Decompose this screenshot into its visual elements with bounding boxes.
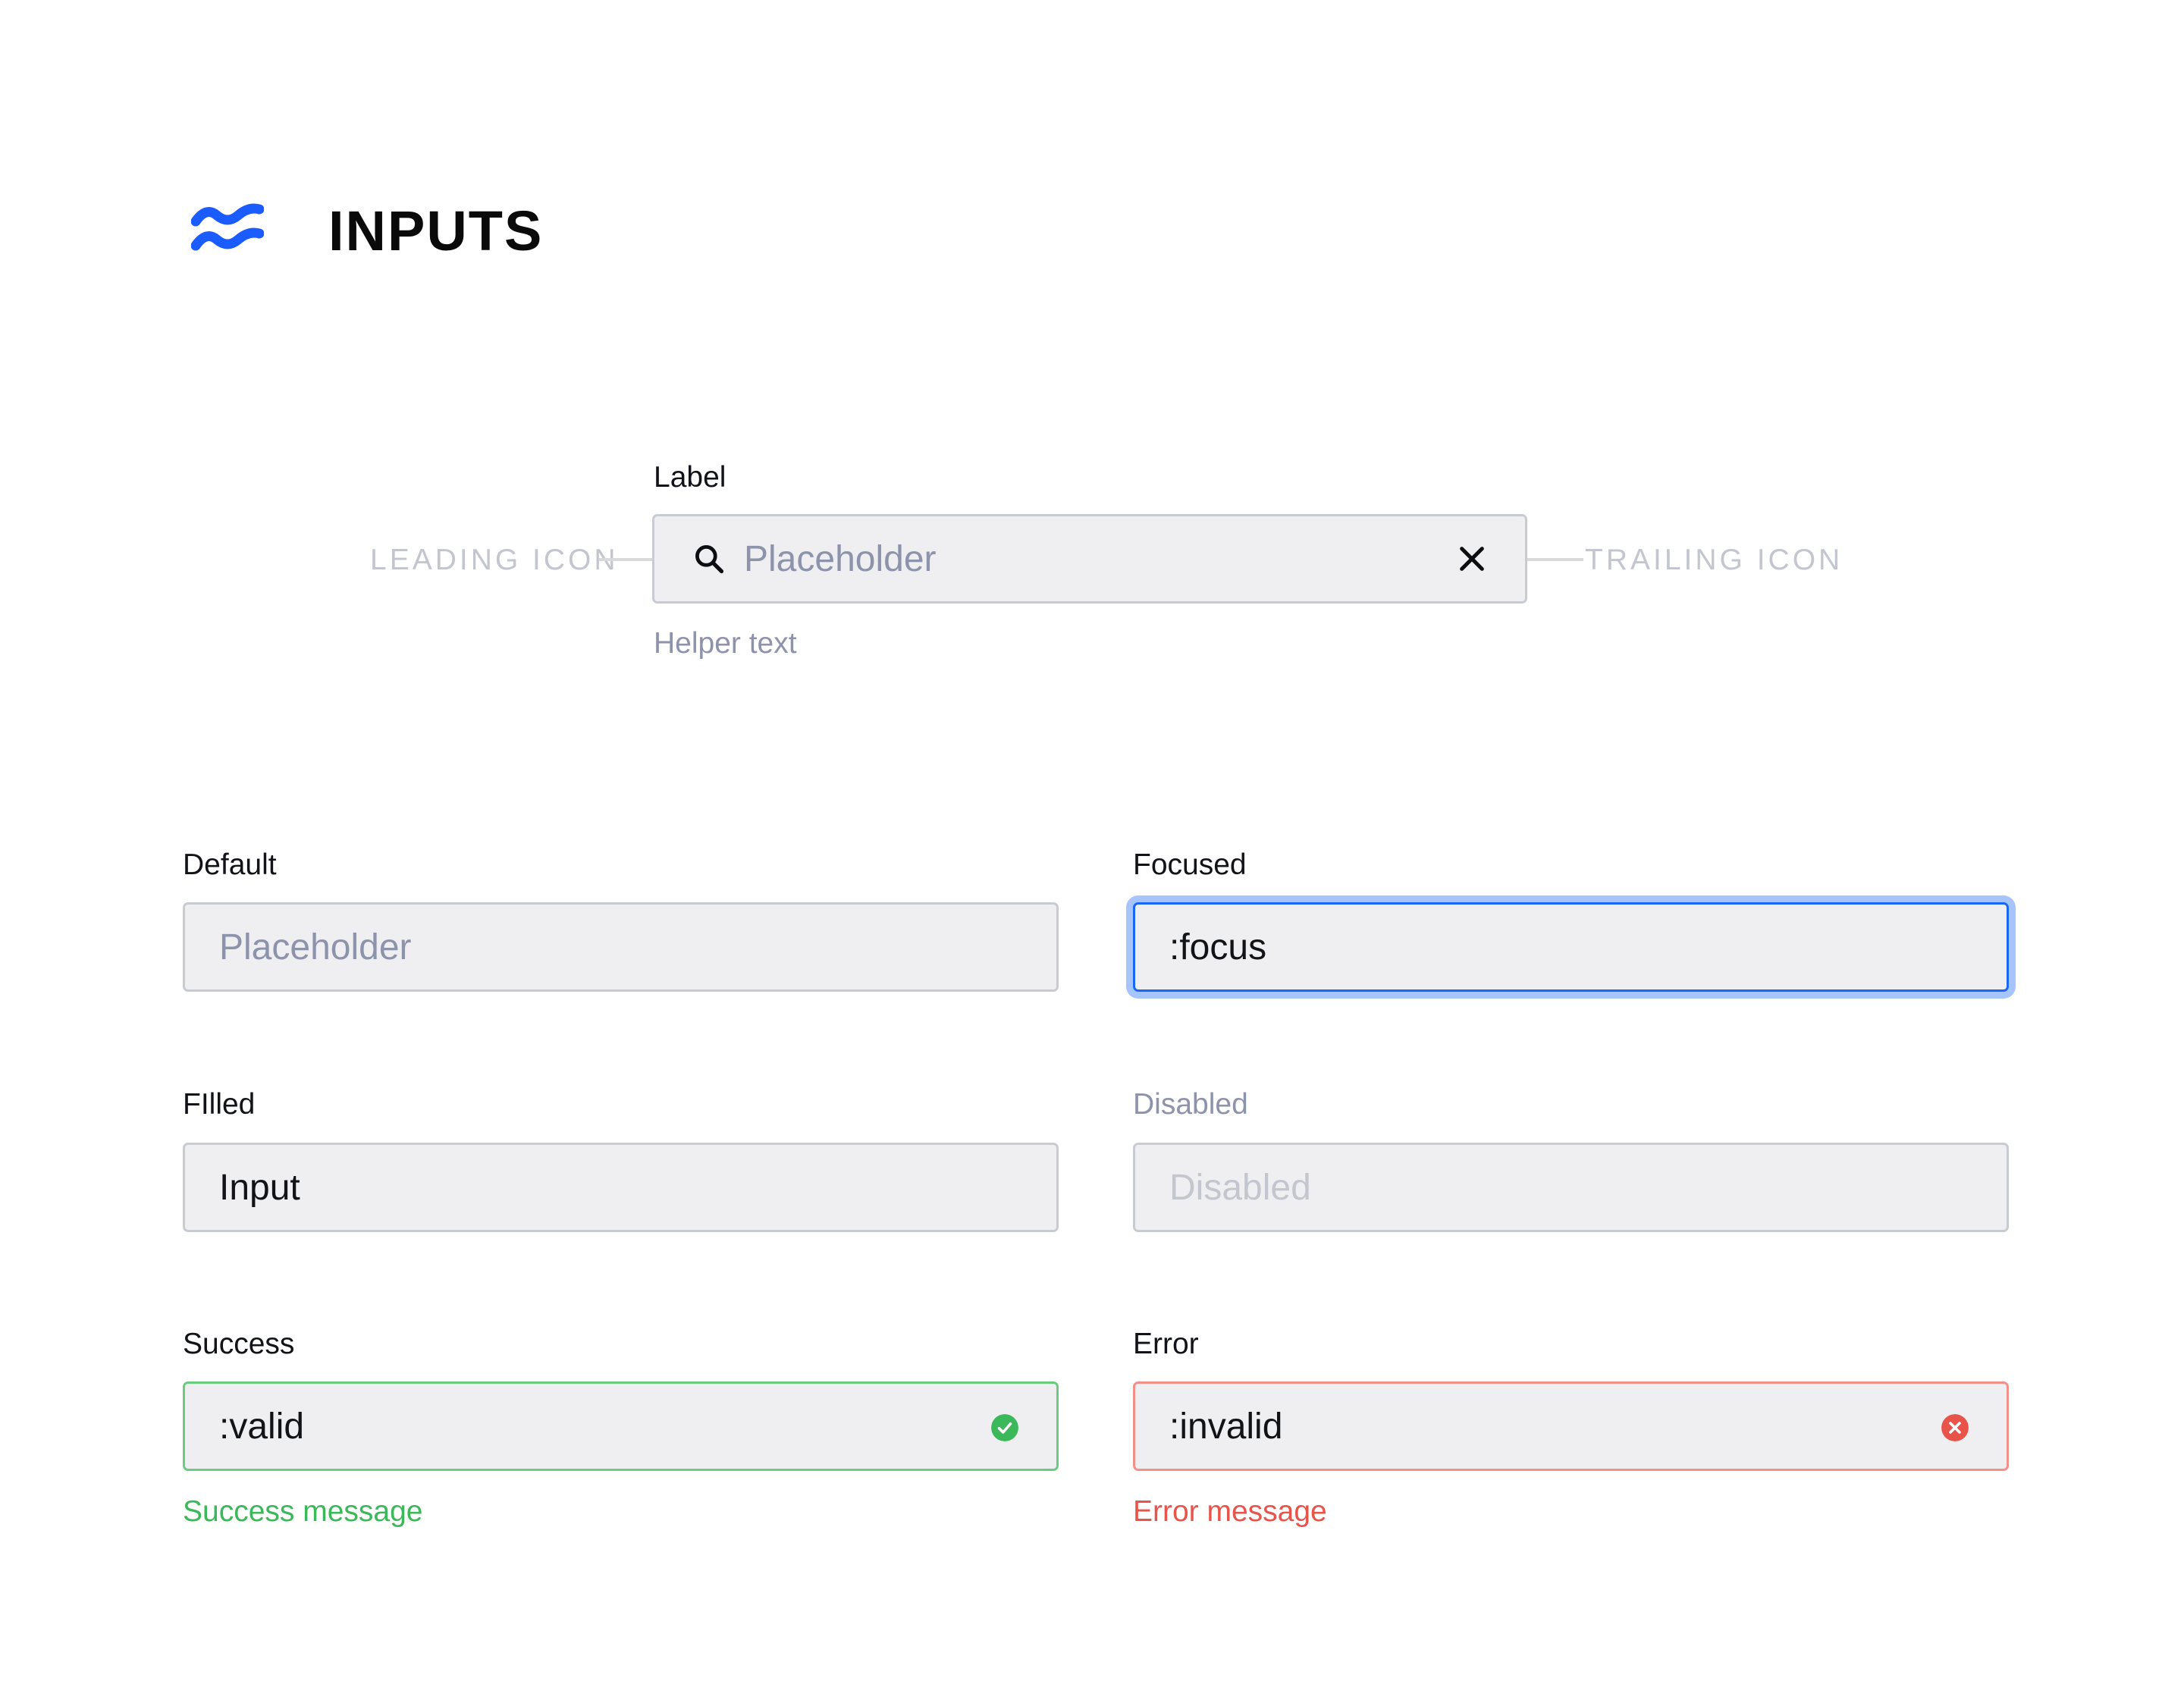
success-message: Success message	[183, 1495, 423, 1528]
success-input[interactable]: :valid	[183, 1381, 1059, 1471]
disabled-input: Disabled	[1133, 1143, 2009, 1232]
filled-input[interactable]: Input	[183, 1143, 1059, 1232]
anatomy-input[interactable]: Placeholder	[652, 514, 1527, 604]
disabled-label: Disabled	[1133, 1088, 1248, 1121]
focused-value: :focus	[1169, 927, 1267, 967]
focused-input[interactable]: :focus	[1133, 902, 2009, 992]
check-circle-icon	[991, 1414, 1018, 1441]
helper-text: Helper text	[654, 627, 797, 660]
error-input[interactable]: :invalid	[1133, 1381, 2009, 1471]
anatomy-label: Label	[654, 461, 726, 494]
page-title: INPUTS	[328, 199, 544, 262]
leading-connector	[599, 558, 652, 561]
filled-label: FIlled	[183, 1088, 256, 1121]
trailing-icon-annotation: TRAILING ICON	[1585, 544, 1844, 576]
error-message: Error message	[1133, 1495, 1327, 1528]
default-placeholder: Placeholder	[219, 927, 412, 967]
search-icon	[695, 545, 724, 574]
anatomy-placeholder: Placeholder	[744, 538, 937, 579]
success-label: Success	[183, 1328, 295, 1360]
x-circle-icon	[1941, 1414, 1969, 1441]
leading-icon-annotation: LEADING ICON	[370, 544, 619, 576]
success-value: :valid	[219, 1406, 305, 1447]
default-label: Default	[183, 848, 277, 881]
wave-approx-icon	[191, 203, 264, 251]
error-label: Error	[1133, 1328, 1199, 1360]
default-input[interactable]: Placeholder	[183, 902, 1059, 992]
filled-value: Input	[219, 1167, 300, 1208]
disabled-placeholder: Disabled	[1169, 1167, 1311, 1208]
focused-label: Focused	[1133, 848, 1247, 881]
close-icon[interactable]	[1457, 544, 1487, 574]
error-value: :invalid	[1169, 1406, 1283, 1447]
trailing-connector	[1527, 558, 1583, 561]
